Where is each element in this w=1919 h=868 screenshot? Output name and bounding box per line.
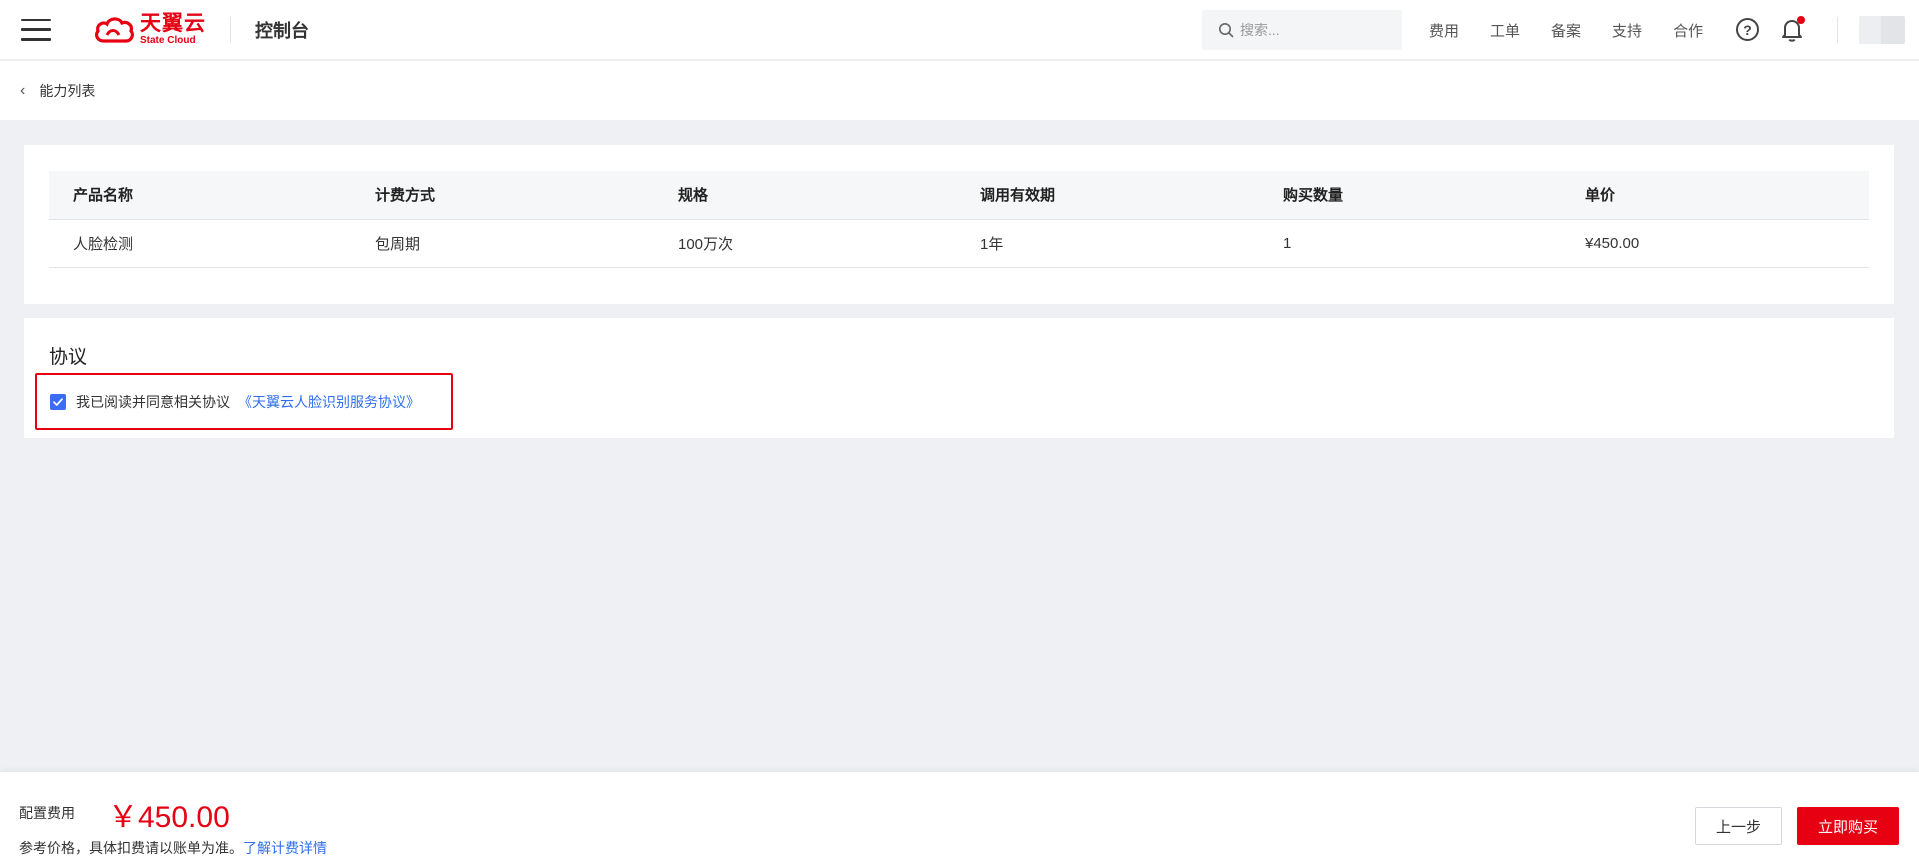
search-icon xyxy=(1219,23,1234,38)
previous-step-button[interactable]: 上一步 xyxy=(1695,807,1782,845)
top-navbar: 天翼云 State Cloud 控制台 费用 工单 备案 支持 合作 ? xyxy=(0,0,1919,60)
nav-link-tickets[interactable]: 工单 xyxy=(1490,20,1520,41)
column-header: 规格 xyxy=(654,171,956,220)
buy-now-button[interactable]: 立即购买 xyxy=(1797,807,1899,845)
checkmark-icon xyxy=(53,397,63,406)
menu-icon[interactable] xyxy=(21,18,51,41)
column-header: 计费方式 xyxy=(351,171,654,220)
agreement-card: 协议 我已阅读并同意相关协议 《天翼云人脸识别服务协议》 xyxy=(24,318,1894,438)
product-name-cell: 人脸检测 xyxy=(49,219,351,268)
breadcrumb-back-link[interactable]: 能力列表 xyxy=(39,81,95,101)
nav-link-support[interactable]: 支持 xyxy=(1612,20,1642,41)
console-title[interactable]: 控制台 xyxy=(255,17,309,43)
notification-dot xyxy=(1797,16,1805,24)
billing-mode-cell: 包周期 xyxy=(351,219,654,268)
nav-links: 费用 工单 备案 支持 合作 xyxy=(1429,0,1734,60)
nav-link-filing[interactable]: 备案 xyxy=(1551,20,1581,41)
agreement-checkbox[interactable] xyxy=(50,393,66,410)
column-header: 购买数量 xyxy=(1259,171,1561,220)
nav-link-billing[interactable]: 费用 xyxy=(1429,20,1459,41)
column-header: 单价 xyxy=(1561,171,1869,220)
agreement-title: 协议 xyxy=(49,347,88,368)
agreement-label: 我已阅读并同意相关协议 xyxy=(76,393,230,410)
brand-logo[interactable]: 天翼云 State Cloud xyxy=(92,10,206,50)
unit-price-cell: ¥450.00 xyxy=(1561,219,1869,268)
table-header-row: 产品名称 计费方式 规格 调用有效期 购买数量 单价 xyxy=(49,171,1869,220)
back-arrow-icon[interactable]: ‹ xyxy=(20,82,25,100)
nav-link-partners[interactable]: 合作 xyxy=(1673,20,1703,41)
search-input[interactable] xyxy=(1240,22,1390,38)
breadcrumb: ‹ 能力列表 xyxy=(0,61,1919,120)
validity-cell: 1年 xyxy=(956,219,1259,268)
checkout-bar: 配置费用 ￥450.00 参考价格，具体扣费请以账单为准。了解计费详情 上一步 … xyxy=(0,772,1919,868)
billing-details-link[interactable]: 了解计费详情 xyxy=(243,840,327,856)
brand-name-en: State Cloud xyxy=(140,35,196,46)
fee-amount: ￥450.00 xyxy=(108,801,230,834)
notification-bell-icon[interactable] xyxy=(1780,16,1805,43)
nav-divider xyxy=(1837,17,1838,43)
agreement-link[interactable]: 《天翼云人脸识别服务协议》 xyxy=(238,392,420,412)
agreement-highlight-box: 我已阅读并同意相关协议 《天翼云人脸识别服务协议》 xyxy=(35,373,453,430)
nav-divider xyxy=(230,16,231,43)
brand-name-cn: 天翼云 xyxy=(140,12,206,35)
product-summary-card: 产品名称 计费方式 规格 调用有效期 购买数量 单价 人脸检测 包周期 100万… xyxy=(24,145,1894,304)
search-box[interactable] xyxy=(1202,10,1402,50)
product-table: 产品名称 计费方式 规格 调用有效期 购买数量 单价 人脸检测 包周期 100万… xyxy=(49,171,1869,268)
quantity-cell: 1 xyxy=(1259,219,1561,268)
fee-note: 参考价格，具体扣费请以账单为准。了解计费详情 xyxy=(19,838,327,858)
user-avatar[interactable] xyxy=(1859,16,1905,44)
fee-note-text: 参考价格，具体扣费请以账单为准。 xyxy=(19,840,243,856)
spec-cell: 100万次 xyxy=(654,219,956,268)
cloud-logo-icon xyxy=(95,16,134,43)
column-header: 产品名称 xyxy=(49,171,351,220)
fee-label: 配置费用 xyxy=(19,805,75,821)
table-row: 人脸检测 包周期 100万次 1年 1 ¥450.00 xyxy=(49,219,1869,268)
help-icon[interactable]: ? xyxy=(1736,18,1759,41)
column-header: 调用有效期 xyxy=(956,171,1259,220)
